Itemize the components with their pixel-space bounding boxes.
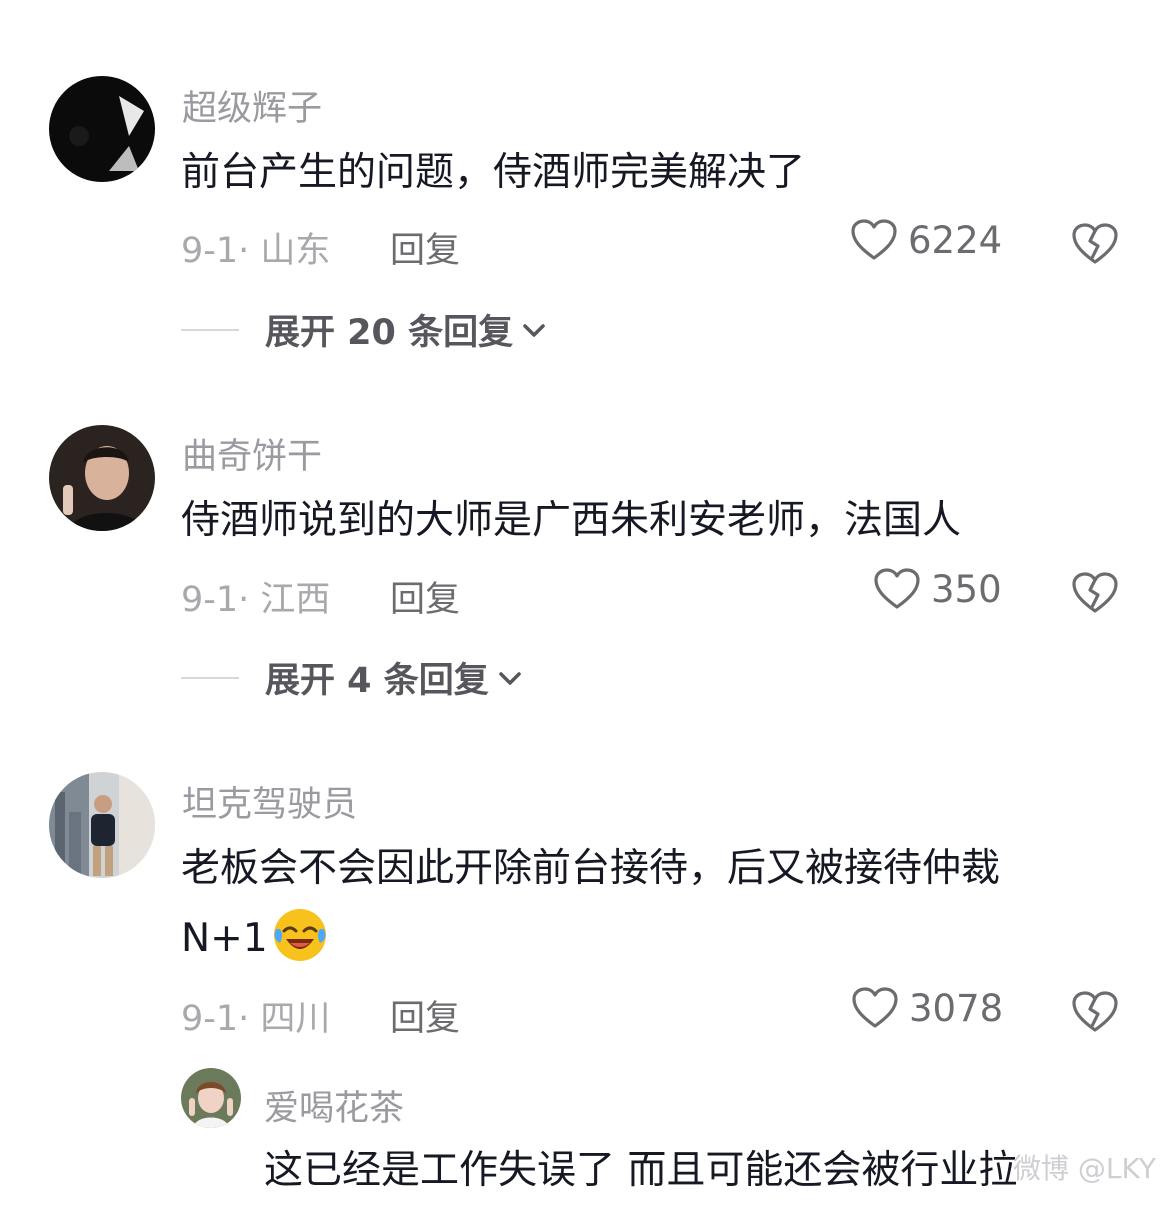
like-count: 350 xyxy=(931,567,1002,611)
comment-text-line: 老板会不会因此开除前台接待，后又被接待仲裁 xyxy=(181,846,1001,891)
avatar-image xyxy=(49,425,155,531)
comment-username[interactable]: 坦克驾驶员 xyxy=(182,776,357,827)
laughing-crying-emoji-icon xyxy=(273,909,326,961)
avatar-image xyxy=(49,772,155,878)
chevron-down-icon xyxy=(523,323,545,337)
avatar[interactable] xyxy=(49,76,155,182)
broken-heart-icon xyxy=(1072,991,1118,1032)
expand-replies-label: 展开 4 条回复 xyxy=(265,661,489,701)
chevron-down-icon xyxy=(498,671,521,685)
dislike-button[interactable] xyxy=(1071,990,1119,1034)
watermark: 微博 @LKY xyxy=(1013,1152,1156,1185)
comment-text: 侍酒师说到的大师是广西朱利安老师，法国人 xyxy=(181,498,962,543)
comment-username[interactable]: 超级辉子 xyxy=(182,80,322,131)
dislike-button[interactable] xyxy=(1071,222,1119,266)
comment-text: 老板会不会因此开除前台接待，后又被接待仲裁 N+1 xyxy=(181,834,1161,974)
broken-heart-icon xyxy=(1072,572,1118,613)
divider-line xyxy=(181,328,239,331)
like-count: 3078 xyxy=(909,986,1004,1030)
avatar-image xyxy=(49,76,155,182)
comment-date-location: 9-1· 山东 xyxy=(181,231,331,271)
reply-button[interactable]: 回复 xyxy=(390,571,460,622)
comment-text-line: N+1 xyxy=(181,904,1161,974)
like-button[interactable]: 350 xyxy=(873,567,1002,611)
like-button[interactable]: 6224 xyxy=(850,218,1002,262)
comment-text: 前台产生的问题，侍酒师完美解决了 xyxy=(181,150,806,195)
divider-line xyxy=(181,676,239,679)
heart-outline-icon xyxy=(851,219,897,260)
expand-replies-label: 展开 20 条回复 xyxy=(265,313,514,353)
heart-outline-icon xyxy=(874,568,920,609)
comment-username[interactable]: 曲奇饼干 xyxy=(182,428,322,479)
comment-date-location: 9-1· 四川 xyxy=(181,999,331,1039)
comment-username[interactable]: 爱喝花茶 xyxy=(264,1080,404,1131)
avatar-image xyxy=(181,1068,241,1128)
heart-outline-icon xyxy=(852,987,898,1028)
comment-date-location: 9-1· 江西 xyxy=(181,580,331,620)
reply-button[interactable]: 回复 xyxy=(390,222,460,273)
reply-button[interactable]: 回复 xyxy=(390,990,460,1041)
dislike-button[interactable] xyxy=(1071,571,1119,615)
expand-replies-button[interactable]: 展开 20 条回复 xyxy=(181,304,547,355)
like-count: 6224 xyxy=(908,218,1003,262)
expand-replies-button[interactable]: 展开 4 条回复 xyxy=(181,652,523,703)
avatar[interactable] xyxy=(49,425,155,531)
like-button[interactable]: 3078 xyxy=(851,986,1003,1030)
avatar[interactable] xyxy=(49,772,155,878)
broken-heart-icon xyxy=(1072,223,1118,264)
avatar[interactable] xyxy=(181,1068,241,1128)
comment-text-suffix: N+1 xyxy=(181,916,268,961)
